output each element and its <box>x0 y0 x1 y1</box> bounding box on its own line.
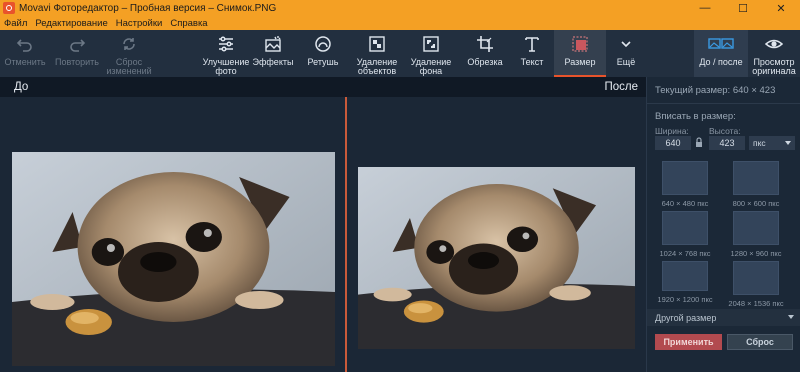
width-label: Ширина: <box>655 126 689 136</box>
text-icon <box>525 37 539 52</box>
preset-label: 1280 × 960 пкс <box>730 249 782 258</box>
crop-button[interactable]: Обрезка <box>462 30 508 77</box>
preset-2048x1536[interactable]: 2048 × 1536 пкс <box>728 261 784 308</box>
before-after-button[interactable]: До / после <box>694 30 748 77</box>
text-button[interactable]: Текст <box>510 30 554 77</box>
redo-button[interactable]: Повторить <box>52 30 102 77</box>
preset-label: 1920 × 1200 пкс <box>657 295 713 304</box>
before-photo <box>12 152 335 366</box>
apply-button[interactable]: Применить <box>655 334 722 350</box>
remove-bg-button[interactable]: Удаление фона <box>406 30 456 77</box>
compare-header: До После <box>0 77 646 97</box>
compare-divider[interactable] <box>345 97 347 372</box>
other-size-label: Другой размер <box>655 312 717 323</box>
preset-thumb <box>662 261 708 291</box>
minimize-button[interactable]: — <box>686 0 724 16</box>
chevron-down-icon <box>785 141 791 145</box>
reset-button[interactable]: Сброс <box>727 334 793 350</box>
close-button[interactable]: ✕ <box>762 0 800 16</box>
menu-bar: Файл Редактирование Настройки Справка <box>0 16 800 30</box>
app-icon <box>3 2 15 14</box>
preset-label: 1024 × 768 пкс <box>659 249 711 258</box>
preset-thumb <box>662 161 708 195</box>
retouch-button[interactable]: Ретушь <box>302 30 344 77</box>
undo-button[interactable]: Отменить <box>2 30 48 77</box>
reset-icon <box>123 38 135 50</box>
title-bar: Movavi Фоторедактор – Пробная версия – С… <box>0 0 800 16</box>
preset-label: 2048 × 1536 пкс <box>728 299 784 308</box>
fit-size-label: Вписать в размер: <box>655 111 736 122</box>
view-original-button[interactable]: Просмотр оригинала <box>750 30 798 77</box>
enhance-button[interactable]: Улучшение фото <box>200 30 252 77</box>
crop-icon <box>477 36 493 52</box>
unit-select[interactable]: пкс <box>749 136 795 150</box>
sliders-icon <box>219 36 233 52</box>
pug-photo-image <box>12 152 335 366</box>
other-size-dropdown[interactable]: Другой размер <box>647 309 800 326</box>
current-size-text: Текущий размер: 640 × 423 <box>655 85 776 96</box>
after-photo <box>358 167 635 349</box>
toolbar: Отменить Повторить Сброс изменений Улучш… <box>0 30 800 77</box>
preset-thumb <box>733 161 779 195</box>
preset-label: 640 × 480 пкс <box>661 199 709 208</box>
preset-800x600[interactable]: 800 × 600 пкс <box>731 161 781 208</box>
chevron-down-icon <box>621 41 631 48</box>
before-label: До <box>14 81 29 93</box>
width-input[interactable]: 640 <box>655 136 691 150</box>
menu-edit[interactable]: Редактирование <box>35 18 107 29</box>
resize-panel: Текущий размер: 640 × 423 Вписать в разм… <box>646 77 800 372</box>
effects-button[interactable]: Эффекты <box>252 30 294 77</box>
preset-640x480[interactable]: 640 × 480 пкс <box>660 161 710 208</box>
effects-icon <box>265 36 281 52</box>
preset-thumb <box>733 211 779 245</box>
resize-button[interactable]: Размер <box>554 30 606 77</box>
before-after-icon <box>708 38 734 49</box>
window-title: Movavi Фоторедактор – Пробная версия – С… <box>19 2 277 14</box>
preset-thumb <box>662 211 708 245</box>
panel-divider <box>647 103 800 104</box>
resize-icon <box>572 36 588 52</box>
preset-1024x768[interactable]: 1024 × 768 пкс <box>659 211 711 258</box>
preset-thumb <box>733 261 779 295</box>
lock-icon[interactable] <box>695 137 703 148</box>
preset-1920x1200[interactable]: 1920 × 1200 пкс <box>657 261 713 304</box>
remove-objects-button[interactable]: Удаление объектов <box>350 30 404 77</box>
more-button[interactable]: Ещё <box>608 30 644 77</box>
retouch-icon <box>315 36 331 52</box>
remove-objects-icon <box>369 36 385 52</box>
eye-icon <box>765 39 783 49</box>
height-label: Высота: <box>709 126 741 136</box>
chevron-down-icon <box>788 315 794 319</box>
after-label: После <box>604 81 638 93</box>
pug-photo-resized-image <box>358 167 635 349</box>
redo-icon <box>70 39 86 52</box>
height-input[interactable]: 423 <box>709 136 745 150</box>
remove-background-icon <box>423 36 439 52</box>
menu-help[interactable]: Справка <box>170 18 207 29</box>
menu-file[interactable]: Файл <box>4 18 27 29</box>
unit-value: пкс <box>753 138 766 148</box>
preset-label: 800 × 600 пкс <box>732 199 780 208</box>
reset-changes-button[interactable]: Сброс изменений <box>104 30 154 77</box>
menu-settings[interactable]: Настройки <box>116 18 163 29</box>
maximize-button[interactable]: ☐ <box>724 0 762 16</box>
preset-1280x960[interactable]: 1280 × 960 пкс <box>730 211 782 258</box>
undo-icon <box>16 39 32 52</box>
